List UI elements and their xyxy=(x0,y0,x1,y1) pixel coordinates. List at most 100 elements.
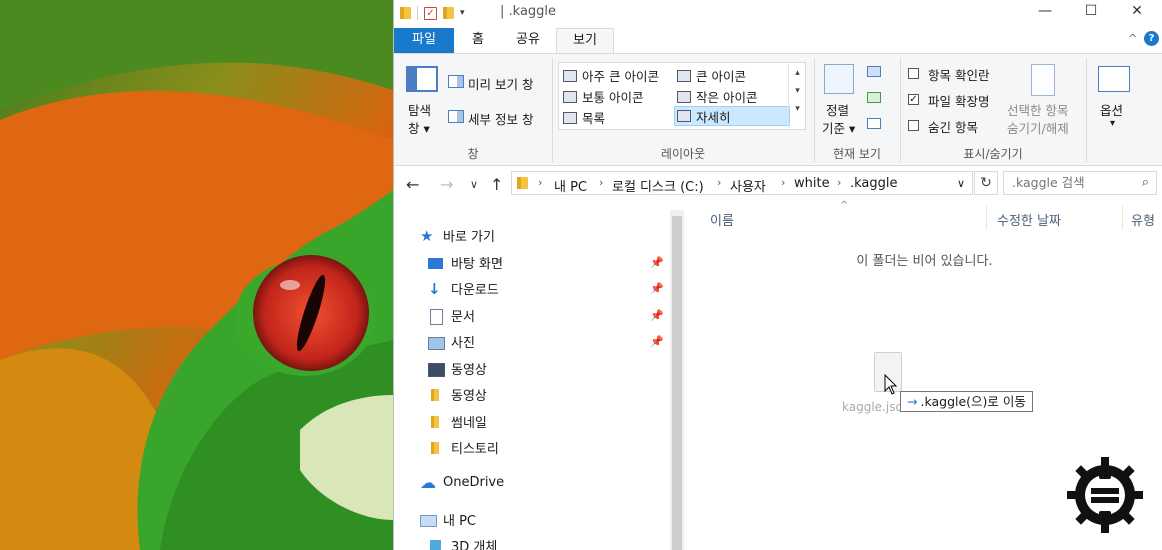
nav-item-onedrive[interactable]: ☁ OneDrive xyxy=(420,474,505,490)
nav-item-label: 동영상 xyxy=(451,363,487,378)
layout-small-icons[interactable]: 작은 아이콘 xyxy=(677,87,757,106)
tab-share[interactable]: 공유 xyxy=(506,28,550,53)
layout-details[interactable]: 자세히 xyxy=(674,106,790,126)
item-checkboxes-checkbox[interactable] xyxy=(908,68,919,79)
scroll-up-icon[interactable]: ▴ xyxy=(789,68,806,78)
show-hide-group-label: 표시/숨기기 xyxy=(963,147,1023,161)
nav-item-3d-objects[interactable]: 3D 개체 xyxy=(428,536,497,550)
layout-medium-icons[interactable]: 보통 아이콘 xyxy=(563,87,643,106)
minimize-button[interactable]: — xyxy=(1022,0,1068,24)
group-by-icon[interactable] xyxy=(867,66,881,77)
search-box[interactable]: ⌕ xyxy=(1003,171,1157,195)
address-dropdown-icon[interactable]: ∨ xyxy=(957,177,965,190)
column-header-name[interactable]: 이름 xyxy=(710,210,734,229)
column-divider[interactable] xyxy=(986,206,987,230)
close-button[interactable]: ✕ xyxy=(1114,0,1160,24)
breadcrumb-separator[interactable]: › xyxy=(781,176,785,189)
breadcrumb-users[interactable]: 사용자 xyxy=(730,176,766,195)
pin-icon[interactable]: 📌 xyxy=(650,335,664,348)
layout-large-icons[interactable]: 큰 아이콘 xyxy=(677,66,746,85)
preview-pane-button[interactable]: 미리 보기 창 xyxy=(468,74,533,93)
frog-wallpaper-image xyxy=(0,0,393,550)
breadcrumb-kaggle[interactable]: .kaggle xyxy=(850,176,898,191)
nav-item-documents[interactable]: 문서 xyxy=(428,306,475,325)
size-columns-icon[interactable] xyxy=(867,118,881,129)
options-dropdown-icon[interactable]: ▾ xyxy=(1110,118,1115,129)
hide-selected-button-2[interactable]: 숨기기/해제 xyxy=(1007,118,1069,137)
desktop-icon xyxy=(428,256,444,270)
quick-access-item[interactable]: ★ 바로 가기 xyxy=(420,226,495,245)
details-icon xyxy=(677,110,691,122)
nav-item-this-pc[interactable]: 내 PC xyxy=(420,510,476,529)
new-folder-icon[interactable] xyxy=(443,6,454,20)
cube-icon xyxy=(428,539,444,550)
sort-by-button[interactable]: 정렬 xyxy=(826,100,849,119)
nav-item-label: OneDrive xyxy=(443,475,505,490)
search-input[interactable] xyxy=(1012,175,1130,190)
breadcrumb-separator[interactable]: › xyxy=(599,176,603,189)
navigation-pane-label[interactable]: 탐색 xyxy=(408,100,431,119)
nav-item-videos[interactable]: 동영상 xyxy=(428,359,487,378)
nav-item-thumbnails[interactable]: 썸네일 xyxy=(428,412,487,431)
recent-locations-icon[interactable]: ∨ xyxy=(470,178,478,191)
pin-icon[interactable]: 📌 xyxy=(650,309,664,322)
column-header-date-modified[interactable]: 수정한 날짜 xyxy=(997,210,1061,229)
breadcrumb-separator[interactable]: › xyxy=(538,176,542,189)
scrollbar-thumb[interactable] xyxy=(672,216,682,550)
item-checkboxes-label[interactable]: 항목 확인란 xyxy=(928,65,989,84)
hidden-items-label[interactable]: 숨긴 항목 xyxy=(928,117,978,136)
hide-selected-icon[interactable] xyxy=(1031,64,1055,96)
pin-icon[interactable]: 📌 xyxy=(650,256,664,269)
sort-by-icon[interactable] xyxy=(824,64,854,94)
add-columns-icon[interactable] xyxy=(867,92,881,103)
properties-check-icon[interactable]: ✓ xyxy=(424,6,437,20)
column-header-type[interactable]: 유형 xyxy=(1131,210,1155,229)
breadcrumb-separator[interactable]: › xyxy=(717,176,721,189)
nav-item-tistory[interactable]: 티스토리 xyxy=(428,438,499,457)
navigation-pane-label-2[interactable]: 창 ▾ xyxy=(408,118,430,137)
breadcrumb-local-disk[interactable]: 로컬 디스크 (C:) xyxy=(612,176,704,195)
nav-pane-scrollbar[interactable] xyxy=(670,210,684,550)
tab-home[interactable]: 홈 xyxy=(458,28,498,53)
collapse-ribbon-icon[interactable]: ^ xyxy=(1128,32,1137,45)
forward-icon[interactable]: → xyxy=(440,175,453,194)
nav-item-desktop[interactable]: 바탕 화면 xyxy=(428,253,503,272)
nav-item-label: 티스토리 xyxy=(451,442,499,457)
nav-item-downloads[interactable]: ↓ 다운로드 xyxy=(428,279,499,298)
options-button[interactable]: 옵션 xyxy=(1100,100,1123,119)
up-icon[interactable]: ↑ xyxy=(490,175,503,194)
help-icon[interactable]: ? xyxy=(1144,31,1159,46)
layout-extra-large-icons[interactable]: 아주 큰 아이콘 xyxy=(563,66,659,85)
qat-dropdown-icon[interactable]: ▾ xyxy=(460,8,465,18)
pin-icon[interactable]: 📌 xyxy=(650,282,664,295)
hide-selected-button[interactable]: 선택한 항목 xyxy=(1007,100,1068,119)
gallery-more-icon[interactable]: ▾ xyxy=(789,104,806,114)
sort-by-button-2[interactable]: 기준 ▾ xyxy=(822,118,855,137)
search-icon[interactable]: ⌕ xyxy=(1142,175,1149,190)
breadcrumb-white[interactable]: white xyxy=(794,176,830,191)
breadcrumb-this-pc[interactable]: 내 PC xyxy=(554,176,587,195)
maximize-button[interactable]: ☐ xyxy=(1068,0,1114,24)
refresh-button[interactable]: ↻ xyxy=(974,171,998,195)
tab-file[interactable]: 파일 xyxy=(394,28,454,53)
address-bar[interactable]: › 내 PC › 로컬 디스크 (C:) › 사용자 › white › .ka… xyxy=(511,171,973,195)
layout-list[interactable]: 목록 xyxy=(563,108,605,127)
layout-gallery: 아주 큰 아이콘 큰 아이콘 보통 아이콘 작은 아이콘 목록 자세히 xyxy=(558,62,806,130)
nav-item-video-folder[interactable]: 동영상 xyxy=(428,385,487,404)
details-pane-button[interactable]: 세부 정보 창 xyxy=(468,109,533,128)
back-icon[interactable]: ← xyxy=(406,175,419,194)
file-explorer-window: ✓ ▾ | .kaggle — ☐ ✕ 파일 홈 공유 보기 ^ ? 탐색 창 … xyxy=(393,0,1162,550)
tab-view[interactable]: 보기 xyxy=(556,28,614,54)
breadcrumb-separator[interactable]: › xyxy=(837,176,841,189)
options-icon[interactable] xyxy=(1098,66,1130,92)
navigation-pane-icon[interactable] xyxy=(406,66,438,92)
hidden-items-checkbox[interactable] xyxy=(908,120,919,131)
nav-item-pictures[interactable]: 사진 xyxy=(428,332,475,351)
details-pane-icon[interactable] xyxy=(448,110,464,123)
layout-item-label: 작은 아이콘 xyxy=(696,90,758,105)
scroll-down-icon[interactable]: ▾ xyxy=(789,86,806,96)
file-extensions-checkbox[interactable]: ✓ xyxy=(908,94,919,105)
column-divider[interactable] xyxy=(1122,206,1123,230)
file-extensions-label[interactable]: 파일 확장명 xyxy=(928,91,989,110)
preview-pane-icon[interactable] xyxy=(448,75,464,88)
